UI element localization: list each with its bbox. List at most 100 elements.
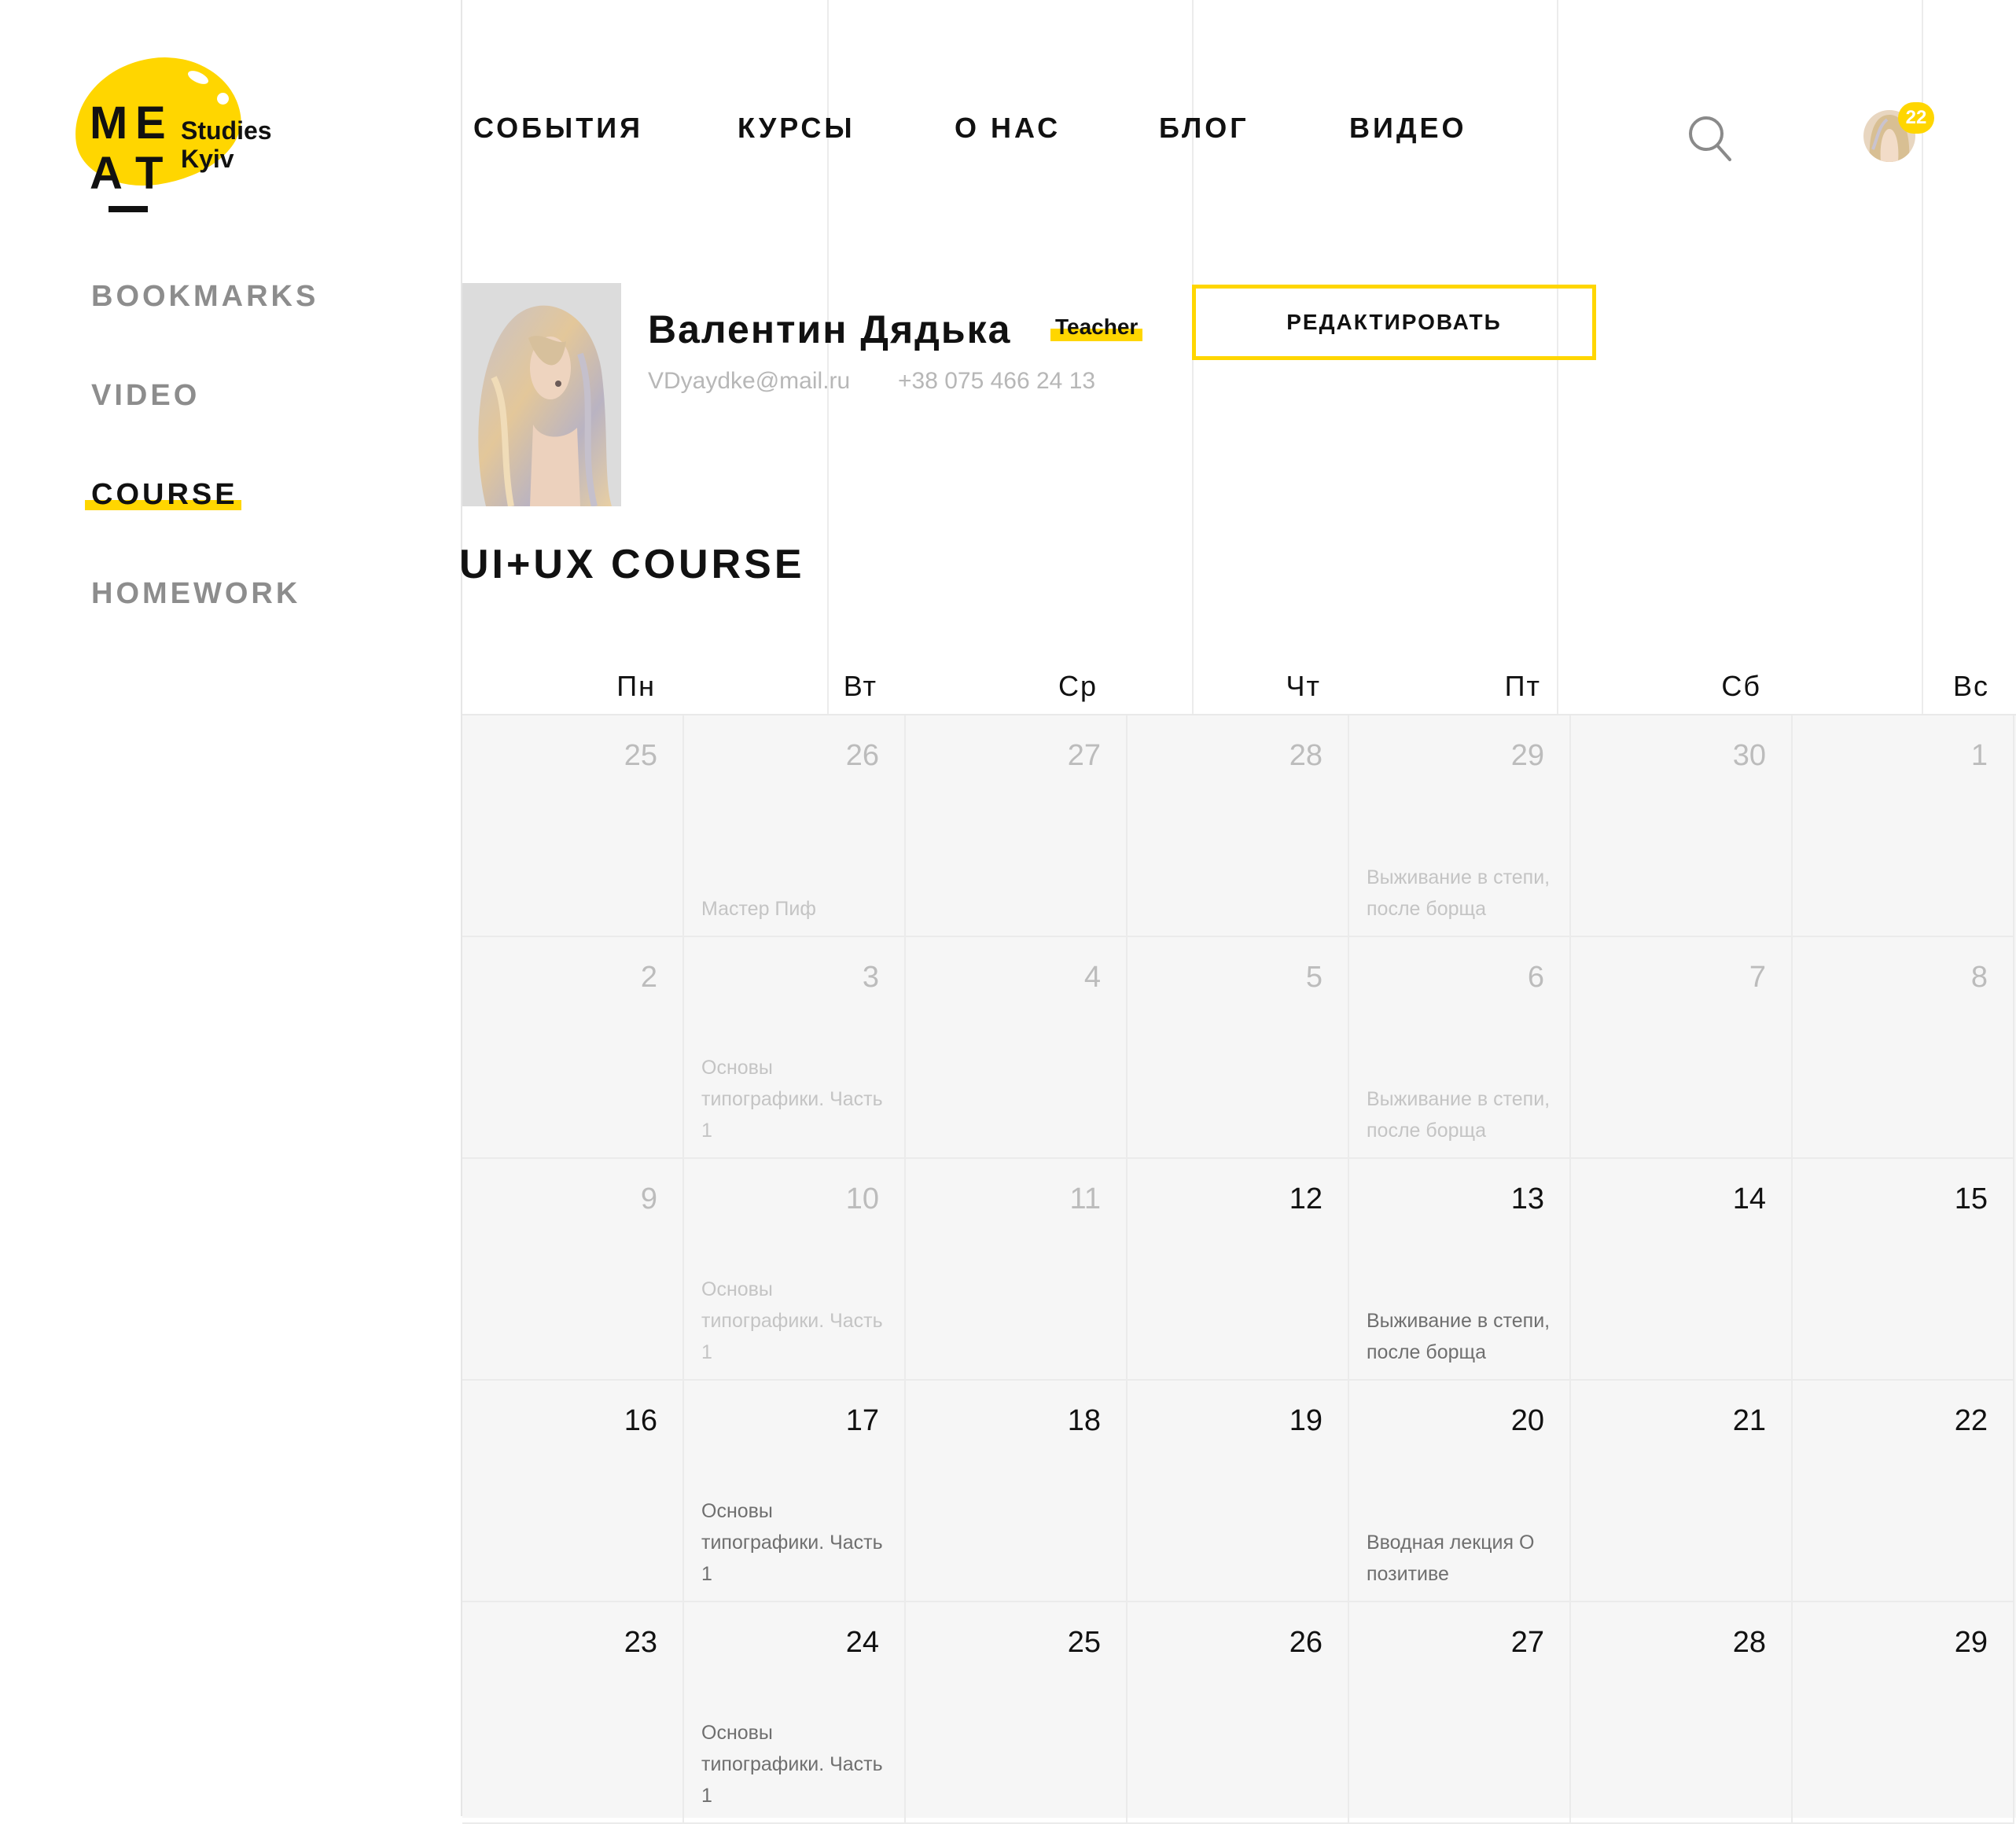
calendar-day[interactable]: 17 Основы типографики. Часть 1	[684, 1381, 906, 1602]
day-number: 10	[845, 1182, 879, 1215]
calendar-day[interactable]: 18	[906, 1381, 1128, 1602]
calendar-event[interactable]: Основы типографики. Часть 1	[701, 1495, 890, 1590]
sidebar-item-video[interactable]: VIDEO	[91, 379, 200, 413]
day-number: 5	[1305, 961, 1323, 994]
calendar-day[interactable]: 21	[1571, 1381, 1793, 1602]
calendar-day[interactable]: 1	[1793, 715, 2014, 937]
calendar-day[interactable]: 25	[462, 715, 684, 937]
day-number: 15	[1954, 1182, 1988, 1215]
nav-item-about[interactable]: О НАС	[955, 112, 1061, 145]
profile-photo	[462, 283, 621, 506]
day-number: 13	[1510, 1182, 1544, 1215]
sidebar-item-course[interactable]: COURSE	[85, 478, 241, 512]
calendar-event[interactable]: Мастер Пиф	[701, 893, 890, 925]
calendar-event[interactable]: Вводная лекция О позитиве	[1367, 1527, 1555, 1590]
search-icon[interactable]	[1689, 115, 1731, 162]
nav-item-events[interactable]: СОБЫТИЯ	[473, 112, 643, 145]
logo-underscore	[109, 206, 148, 212]
calendar-day[interactable]: 23	[462, 1602, 684, 1824]
calendar-day[interactable]: 10 Основы типографики. Часть 1	[684, 1159, 906, 1381]
profile-email: VDyaydke@mail.ru	[648, 368, 851, 394]
calendar-day[interactable]: 7	[1571, 937, 1793, 1159]
calendar-day[interactable]: 29	[1793, 1602, 2014, 1824]
day-number: 20	[1510, 1404, 1544, 1437]
guide-line	[827, 0, 829, 714]
role-label: Teacher	[1055, 314, 1139, 339]
weekday-label: Чт	[1286, 670, 1321, 702]
calendar-day[interactable]: 5	[1128, 937, 1349, 1159]
day-number: 30	[1732, 739, 1766, 772]
calendar-day[interactable]: 2	[462, 937, 684, 1159]
calendar-day[interactable]: 6 Выживание в степи, после борща	[1349, 937, 1571, 1159]
logo-letter: M	[90, 97, 128, 149]
weekday-label: Ср	[1058, 670, 1098, 702]
logo-letter: E	[135, 97, 166, 149]
day-number: 26	[1289, 1626, 1323, 1659]
day-number: 1	[1970, 739, 1988, 772]
calendar-day[interactable]: 28	[1128, 715, 1349, 937]
day-number: 29	[1510, 739, 1544, 772]
day-number: 21	[1732, 1404, 1766, 1437]
day-number: 17	[845, 1404, 879, 1437]
sidebar-item-label: VIDEO	[91, 379, 200, 412]
weekday-label: Вс	[1952, 670, 1989, 702]
notification-badge: 22	[1898, 102, 1934, 134]
calendar-day[interactable]: 20 Вводная лекция О позитиве	[1349, 1381, 1571, 1602]
calendar-day[interactable]: 14	[1571, 1159, 1793, 1381]
day-number: 27	[1067, 739, 1101, 772]
sidebar-item-homework[interactable]: HOMEWORK	[91, 577, 300, 611]
calendar-day[interactable]: 13 Выживание в степи, после борща	[1349, 1159, 1571, 1381]
profile-name: Валентин Дядька	[648, 307, 1012, 351]
day-number: 11	[1069, 1182, 1101, 1215]
logo-highlight	[217, 93, 229, 105]
calendar-grid: 25 26 Мастер Пиф 27 28 29 Выживание в степи, п…	[462, 714, 2016, 1824]
calendar-day[interactable]: 12	[1128, 1159, 1349, 1381]
calendar-event[interactable]: Выживание в степи, после борща	[1367, 1305, 1555, 1368]
logo-studio-line: Kyiv	[181, 145, 234, 173]
calendar-day[interactable]: 28	[1571, 1602, 1793, 1824]
sidebar-item-label: BOOKMARKS	[91, 280, 319, 313]
calendar-day[interactable]: 22	[1793, 1381, 2014, 1602]
nav-item-courses[interactable]: КУРСЫ	[738, 112, 855, 145]
calendar-day[interactable]: 16	[462, 1381, 684, 1602]
weekday-label: Вт	[843, 670, 877, 702]
calendar-event[interactable]: Выживание в степи, после борща	[1367, 862, 1555, 925]
calendar-event[interactable]: Основы типографики. Часть 1	[701, 1717, 890, 1811]
day-number: 2	[640, 961, 657, 994]
calendar-day[interactable]: 25	[906, 1602, 1128, 1824]
role-badge: Teacher	[1050, 314, 1143, 341]
calendar-day[interactable]: 29 Выживание в степи, после борща	[1349, 715, 1571, 937]
day-number: 28	[1289, 739, 1323, 772]
day-number: 14	[1732, 1182, 1766, 1215]
day-number: 27	[1510, 1626, 1544, 1659]
sidebar-item-label: HOMEWORK	[91, 577, 301, 610]
calendar-event[interactable]: Основы типографики. Часть 1	[701, 1274, 890, 1368]
calendar-day[interactable]: 19	[1128, 1381, 1349, 1602]
day-number: 4	[1083, 961, 1101, 994]
calendar-day[interactable]: 26	[1128, 1602, 1349, 1824]
calendar-day[interactable]: 30	[1571, 715, 1793, 937]
calendar-day[interactable]: 3 Основы типографики. Часть 1	[684, 937, 906, 1159]
calendar-day[interactable]: 24 Основы типографики. Часть 1	[684, 1602, 906, 1824]
nav-item-blog[interactable]: БЛОГ	[1159, 112, 1249, 145]
calendar-day[interactable]: 26 Мастер Пиф	[684, 715, 906, 937]
calendar-day[interactable]: 9	[462, 1159, 684, 1381]
calendar-event[interactable]: Выживание в степи, после борща	[1367, 1083, 1555, 1146]
day-number: 29	[1954, 1626, 1988, 1659]
day-number: 7	[1749, 961, 1766, 994]
calendar-day[interactable]: 11	[906, 1159, 1128, 1381]
calendar-day[interactable]: 27	[1349, 1602, 1571, 1824]
calendar-day[interactable]: 4	[906, 937, 1128, 1159]
day-number: 23	[624, 1626, 657, 1659]
calendar-event[interactable]: Основы типографики. Часть 1	[701, 1052, 890, 1146]
nav-item-video[interactable]: ВИДЕО	[1349, 112, 1467, 145]
logo[interactable]: M E A T Studies Kyiv	[65, 47, 307, 228]
calendar-day[interactable]: 15	[1793, 1159, 2014, 1381]
logo-letter: T	[135, 148, 164, 199]
sidebar-item-bookmarks[interactable]: BOOKMARKS	[91, 280, 318, 314]
edit-profile-button[interactable]: РЕДАКТИРОВАТЬ	[1192, 285, 1596, 360]
weekday-label: Пт	[1504, 670, 1541, 702]
calendar-day[interactable]: 27	[906, 715, 1128, 937]
calendar-day[interactable]: 8	[1793, 937, 2014, 1159]
day-number: 26	[845, 739, 879, 772]
